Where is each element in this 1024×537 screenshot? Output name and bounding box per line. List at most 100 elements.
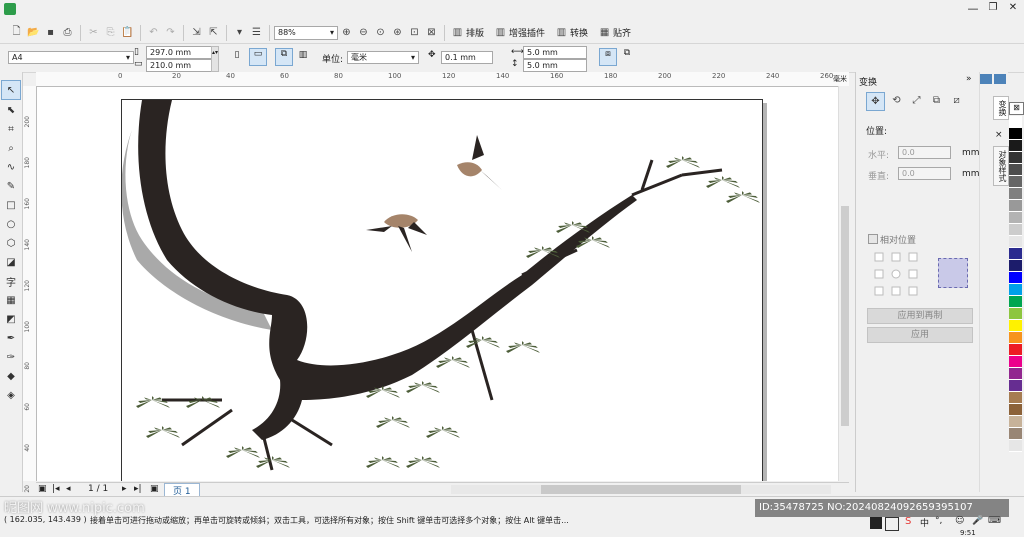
export-icon[interactable]: ⇱ (205, 24, 222, 41)
ellipse-tool-icon[interactable]: ○ (2, 215, 20, 233)
convert-icon[interactable]: ▥ (553, 24, 570, 41)
page-size-select[interactable]: A4 ▾ (8, 51, 134, 64)
size-mode-icon[interactable]: ⧉ (928, 92, 945, 109)
palette-swatch[interactable] (1009, 368, 1022, 380)
anchor-grid[interactable] (874, 252, 918, 296)
shape-tool-icon[interactable]: ⬉ (2, 101, 20, 119)
fill-tool-icon[interactable]: ◆ (2, 367, 20, 385)
zoom-page-icon[interactable]: ⊡ (406, 24, 423, 41)
snap-to-icon[interactable]: ⧉ (619, 48, 635, 64)
import-icon[interactable]: ⇲ (188, 24, 205, 41)
snap-button[interactable]: 贴齐 (613, 26, 631, 39)
page-options-icon[interactable]: ▣ (38, 484, 47, 494)
restore-button[interactable]: ❐ (985, 2, 1001, 18)
table-tool-icon[interactable]: ▦ (2, 291, 20, 309)
no-fill-swatch[interactable]: ⊠ (1009, 102, 1024, 115)
docker-close-icon[interactable] (994, 74, 1006, 84)
artistic-media-icon[interactable]: ✎ (2, 177, 20, 195)
size-spinner[interactable]: ▴▾ (211, 46, 219, 72)
publish-pdf-icon[interactable]: ▾ (231, 24, 248, 41)
side-tab-close-icon[interactable]: × (995, 130, 1003, 140)
portrait-icon[interactable]: ▯ (230, 50, 244, 64)
cut-icon[interactable]: ✂ (85, 24, 102, 41)
snap-icon[interactable]: ▦ (596, 24, 613, 41)
palette-swatch[interactable] (1009, 212, 1022, 224)
ime-icon[interactable]: S (905, 516, 911, 527)
side-tab-transform[interactable]: 变换 (993, 96, 1009, 120)
zoom-in-icon[interactable]: ⊕ (338, 24, 355, 41)
palette-swatch[interactable] (1009, 200, 1022, 212)
scale-mode-icon[interactable]: ⤢ (908, 92, 925, 109)
vertical-scroll-thumb[interactable] (841, 206, 849, 426)
new-document-icon[interactable]: 🗋 (8, 24, 25, 41)
treat-as-filled-icon[interactable]: ⧈ (599, 48, 617, 66)
canvas-workspace[interactable] (37, 87, 838, 481)
horizontal-scrollbar[interactable] (451, 485, 831, 494)
landscape-icon[interactable]: ▭ (249, 48, 267, 66)
page-width-input[interactable]: 297.0 mm (146, 46, 214, 59)
prev-page-icon[interactable]: ◂ (66, 484, 71, 494)
close-button[interactable]: ✕ (1005, 2, 1021, 18)
interactive-effects-icon[interactable]: ◩ (2, 310, 20, 328)
basic-shapes-icon[interactable]: ◪ (2, 253, 20, 271)
apply-to-duplicate-button[interactable]: 应用到再制 (867, 308, 973, 324)
palette-swatch[interactable] (1009, 320, 1022, 332)
next-page-icon[interactable]: ▸ (122, 484, 127, 494)
palette-swatch[interactable] (1009, 236, 1022, 248)
palette-swatch[interactable] (1009, 128, 1022, 140)
skew-mode-icon[interactable]: ⧄ (948, 92, 965, 109)
zoom-fit-icon[interactable]: ⊙ (372, 24, 389, 41)
palette-swatch[interactable] (1009, 188, 1022, 200)
page-height-input[interactable]: 210.0 mm (146, 59, 214, 72)
keyboard-icon[interactable]: ⌨ (988, 516, 1001, 526)
position-mode-icon[interactable]: ✥ (866, 92, 885, 111)
palette-swatch[interactable] (1009, 140, 1022, 152)
paste-icon[interactable]: 📋 (119, 24, 136, 41)
palette-swatch[interactable] (1009, 176, 1022, 188)
all-pages-icon[interactable]: ⧉ (275, 48, 293, 66)
polygon-tool-icon[interactable]: ⬡ (2, 234, 20, 252)
layout-button[interactable]: 排版 (466, 26, 484, 39)
palette-swatch[interactable] (1009, 272, 1022, 284)
palette-swatch[interactable] (1009, 152, 1022, 164)
redo-icon[interactable]: ↷ (162, 24, 179, 41)
eyedropper-icon[interactable]: ✒ (2, 329, 20, 347)
emoji-icon[interactable]: ☺ (955, 516, 964, 526)
zoom-out-icon[interactable]: ⊖ (355, 24, 372, 41)
current-page-icon[interactable]: ▥ (296, 50, 310, 64)
minimize-button[interactable]: — (965, 2, 981, 18)
palette-swatch[interactable] (1009, 332, 1022, 344)
zoom-width-icon[interactable]: ⊠ (423, 24, 440, 41)
rotate-mode-icon[interactable]: ⟲ (888, 92, 905, 109)
duplicate-y-input[interactable]: 5.0 mm (523, 59, 587, 72)
save-icon[interactable]: ▪ (42, 24, 59, 41)
pick-tool-icon[interactable]: ↖ (1, 80, 21, 100)
docker-collapse-icon[interactable]: » (966, 74, 972, 84)
palette-swatch[interactable] (1009, 164, 1022, 176)
pine-and-birds-artwork[interactable] (121, 100, 762, 481)
palette-swatch[interactable] (1009, 260, 1022, 272)
text-tool-icon[interactable]: 字 (2, 272, 20, 290)
last-page-icon[interactable]: ▸| (134, 484, 142, 494)
palette-swatch[interactable] (1009, 404, 1022, 416)
vertical-input[interactable]: 0.0 (898, 167, 951, 180)
duplicate-x-input[interactable]: 5.0 mm (523, 46, 587, 59)
palette-swatch[interactable] (1009, 284, 1022, 296)
rectangle-tool-icon[interactable]: □ (2, 196, 20, 214)
nudge-distance-input[interactable]: 0.1 mm (441, 51, 493, 64)
plugin-button[interactable]: 增强插件 (509, 26, 545, 39)
outline-pen-icon[interactable]: ✑ (2, 348, 20, 366)
convert-button[interactable]: 转换 (570, 26, 588, 39)
add-page-icon[interactable]: ▣ (150, 484, 159, 494)
relative-position-checkbox[interactable] (868, 234, 878, 244)
punctuation-icon[interactable]: °, (935, 516, 942, 526)
open-folder-icon[interactable]: 📂 (25, 24, 42, 41)
layout-icon[interactable]: ▥ (449, 24, 466, 41)
palette-swatch[interactable] (1009, 248, 1022, 260)
palette-swatch[interactable] (1009, 440, 1022, 452)
copy-icon[interactable]: ⎘ (102, 24, 119, 41)
palette-swatch[interactable] (1009, 428, 1022, 440)
side-tab-object-styles[interactable]: 对象样式 (993, 146, 1009, 186)
microphone-icon[interactable]: 🎤 (972, 516, 983, 526)
units-select[interactable]: 毫米 ▾ (347, 51, 419, 64)
